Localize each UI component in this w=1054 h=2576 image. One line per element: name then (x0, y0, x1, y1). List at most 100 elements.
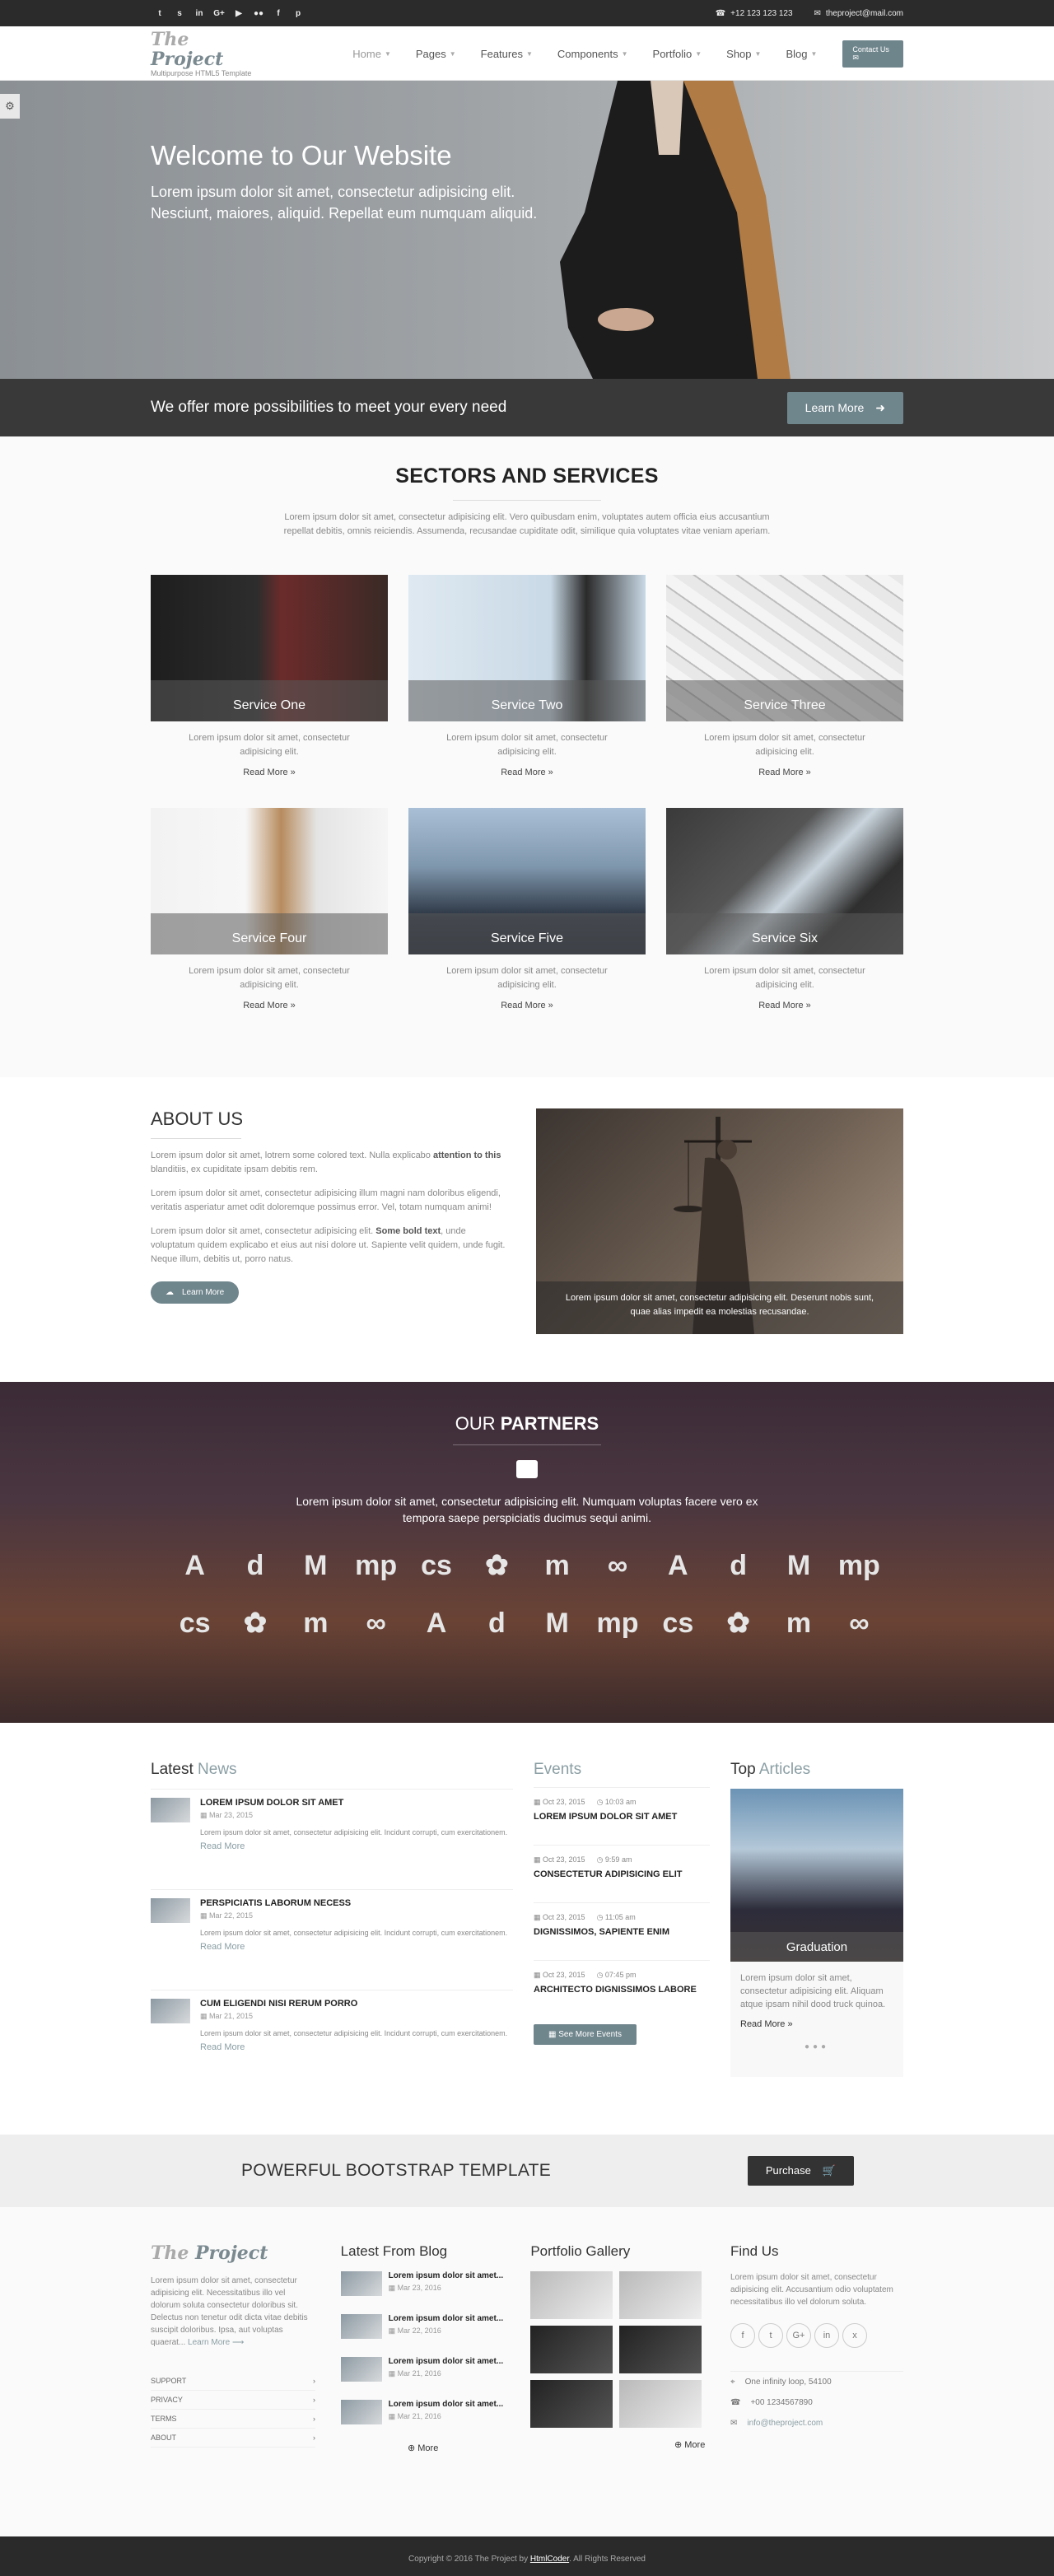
partner-logo[interactable]: ∞ (829, 1603, 889, 1643)
partner-logo[interactable]: ∞ (587, 1546, 647, 1585)
blog-thumbnail[interactable] (340, 2271, 382, 2296)
service-image[interactable]: Service One (151, 575, 388, 721)
flickr-icon[interactable]: ●● (250, 4, 268, 22)
partner-logo[interactable]: mp (829, 1546, 889, 1585)
nav-portfolio[interactable]: Portfolio ▼ (641, 48, 715, 60)
partner-logo[interactable]: ✿ (467, 1546, 527, 1585)
partner-logo[interactable]: m (286, 1603, 346, 1643)
article-image[interactable]: Graduation (730, 1789, 903, 1962)
read-more-link[interactable]: Read More » (666, 768, 903, 777)
news-title[interactable]: LOREM IPSUM DOLOR SIT AMET (200, 1798, 507, 1808)
blog-title[interactable]: Lorem ipsum dolor sit amet... (389, 2314, 503, 2323)
read-more-link[interactable]: Read More » (151, 1001, 388, 1010)
gallery-thumbnail[interactable] (619, 2271, 702, 2319)
read-more-link[interactable]: Read More (200, 1841, 507, 1851)
news-thumbnail[interactable] (151, 1999, 190, 2023)
service-image[interactable]: Service Six (666, 808, 903, 954)
read-more-link[interactable]: Read More » (151, 768, 388, 777)
event-title[interactable]: DIGNISSIMOS, SAPIENTE ENIM (534, 1927, 710, 1937)
partner-logo[interactable]: d (708, 1546, 768, 1585)
footer-learn-more-link[interactable]: Learn More ⟶ (188, 2338, 244, 2347)
gallery-thumbnail[interactable] (530, 2380, 613, 2428)
partner-logo[interactable]: A (648, 1546, 708, 1585)
partner-logo[interactable]: ✿ (708, 1603, 768, 1643)
youtube-icon[interactable]: ▶ (230, 4, 248, 22)
blog-title[interactable]: Lorem ipsum dolor sit amet... (389, 2271, 503, 2280)
linkedin-icon[interactable]: in (814, 2323, 839, 2348)
gallery-thumbnail[interactable] (530, 2326, 613, 2373)
learn-more-button[interactable]: Learn More ➜ (786, 391, 903, 424)
nav-blog[interactable]: Blog ▼ (773, 48, 829, 60)
news-title[interactable]: CUM ELIGENDI NISI RERUM PORRO (200, 1999, 507, 2009)
footer-email[interactable]: ✉ info@theproject.com (730, 2413, 903, 2434)
partner-logo[interactable]: cs (648, 1603, 708, 1643)
gallery-thumbnail[interactable] (619, 2380, 702, 2428)
see-more-events-button[interactable]: ▦ See More Events (534, 2024, 637, 2045)
partner-logo[interactable]: ∞ (346, 1603, 406, 1643)
blog-title[interactable]: Lorem ipsum dolor sit amet... (389, 2357, 503, 2366)
footer-link-about[interactable]: ABOUT › (151, 2429, 315, 2448)
partner-logo[interactable]: mp (346, 1546, 406, 1585)
partner-logo[interactable]: d (467, 1603, 527, 1643)
blog-thumbnail[interactable] (340, 2314, 382, 2339)
twitter-icon[interactable]: t (151, 4, 169, 22)
gallery-thumbnail[interactable] (530, 2271, 613, 2319)
read-more-link[interactable]: Read More (200, 1942, 507, 1952)
htmlcoder-link[interactable]: HtmlCoder (530, 2555, 569, 2564)
blog-thumbnail[interactable] (340, 2400, 382, 2424)
partner-logo[interactable]: cs (406, 1546, 466, 1585)
facebook-icon[interactable]: f (730, 2323, 755, 2348)
footer-link-privacy[interactable]: PRIVACY › (151, 2391, 315, 2410)
service-image[interactable]: Service Four (151, 808, 388, 954)
nav-home[interactable]: Home ▼ (340, 48, 403, 60)
gallery-thumbnail[interactable] (619, 2326, 702, 2373)
gear-icon[interactable]: ⚙ (0, 94, 20, 119)
blog-more-link[interactable]: ⊕ More (341, 2443, 506, 2453)
blog-thumbnail[interactable] (340, 2357, 382, 2382)
facebook-icon[interactable]: f (269, 4, 287, 22)
nav-components[interactable]: Components ▼ (545, 48, 641, 60)
service-image[interactable]: Service Five (408, 808, 646, 954)
nav-pages[interactable]: Pages ▼ (403, 48, 469, 60)
read-more-link[interactable]: Read More » (666, 1001, 903, 1010)
footer-logo[interactable]: The Project (151, 2243, 315, 2263)
news-thumbnail[interactable] (151, 1798, 190, 1822)
purchase-button[interactable]: Purchase 🛒 (747, 2156, 854, 2186)
service-image[interactable]: Service Three (666, 575, 903, 721)
pinterest-icon[interactable]: p (289, 4, 307, 22)
footer-link-support[interactable]: SUPPORT › (151, 2372, 315, 2391)
partner-logo[interactable]: A (165, 1546, 225, 1585)
partner-logo[interactable]: ✿ (225, 1603, 285, 1643)
email-address[interactable]: theproject@mail.com (826, 9, 903, 18)
twitter-icon[interactable]: t (758, 2323, 783, 2348)
blog-title[interactable]: Lorem ipsum dolor sit amet... (389, 2400, 503, 2409)
google-plus-icon[interactable]: G+ (786, 2323, 811, 2348)
event-title[interactable]: CONSECTETUR ADIPISICING ELIT (534, 1869, 710, 1879)
partner-logo[interactable]: M (527, 1603, 587, 1643)
partner-logo[interactable]: d (225, 1546, 285, 1585)
contact-us-button[interactable]: Contact Us ✉ (842, 40, 903, 68)
news-thumbnail[interactable] (151, 1898, 190, 1923)
logo[interactable]: The Project Multipurpose HTML5 Template (151, 30, 263, 77)
partner-logo[interactable]: mp (587, 1603, 647, 1643)
footer-link-terms[interactable]: TERMS › (151, 2410, 315, 2429)
nav-features[interactable]: Features ▼ (469, 48, 545, 60)
xing-icon[interactable]: x (842, 2323, 867, 2348)
read-more-link[interactable]: Read More » (730, 2011, 903, 2029)
read-more-link[interactable]: Read More » (408, 768, 646, 777)
email-info[interactable]: ✉ theproject@mail.com (814, 9, 903, 18)
partner-logo[interactable]: M (286, 1546, 346, 1585)
read-more-link[interactable]: Read More » (408, 1001, 646, 1010)
linkedin-icon[interactable]: in (190, 4, 208, 22)
partner-logo[interactable]: A (406, 1603, 466, 1643)
partner-logo[interactable]: M (768, 1546, 828, 1585)
skype-icon[interactable]: s (170, 4, 189, 22)
partner-logo[interactable]: cs (165, 1603, 225, 1643)
about-learn-more-button[interactable]: ☁ Learn More (151, 1281, 240, 1304)
news-title[interactable]: PERSPICIATIS LABORUM NECESS (200, 1898, 507, 1908)
nav-shop[interactable]: Shop ▼ (714, 48, 773, 60)
partner-logo[interactable]: m (768, 1603, 828, 1643)
service-image[interactable]: Service Two (408, 575, 646, 721)
read-more-link[interactable]: Read More (200, 2042, 507, 2052)
event-title[interactable]: ARCHITECTO DIGNISSIMOS LABORE (534, 1985, 710, 1995)
